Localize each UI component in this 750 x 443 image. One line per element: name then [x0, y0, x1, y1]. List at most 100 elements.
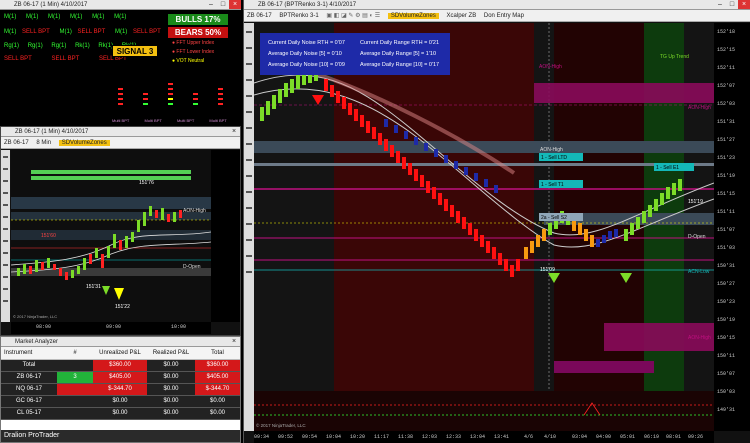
indicator-button[interactable]: SDVolumeZones	[387, 13, 439, 19]
price-label-151-76: 151'76	[139, 180, 154, 186]
signal-row-2: M(1) SELL BPT M(1) SELL BPT M(1) SELL BP…	[4, 29, 161, 35]
main-price-chart[interactable]: 1 - Sell LTD 1 - Sell T1 2a - Sell S2 1 …	[254, 23, 714, 431]
bears-indicator: BEARS 50%	[168, 27, 228, 38]
market-analyzer-titlebar[interactable]: Market Analyzer ×	[1, 337, 240, 347]
close-icon[interactable]: ×	[228, 337, 240, 346]
col-unrealized[interactable]: Unrealized P&L	[93, 347, 147, 360]
instrument-cell: Total	[1, 359, 57, 372]
realized-cell: $0.00	[147, 407, 195, 420]
price-tick: 150'15	[717, 335, 736, 341]
bpt-histogram	[118, 83, 223, 105]
range-10-label: Average Daily Range [10] = 0'17	[360, 62, 439, 68]
realized-cell: $0.00	[147, 383, 195, 396]
copyright-label: © 2017 NinjaTrader, LLC	[256, 422, 306, 428]
drawing-tools-icon[interactable]	[1, 150, 10, 322]
rg-label: Rg(1)	[27, 43, 43, 49]
fft-upper-label: ● FFT Upper Index	[172, 40, 215, 46]
market-analyzer-table: Instrument # Unrealized P&L Realized P&L…	[1, 347, 240, 420]
rk-label: Rk(1)	[75, 43, 90, 49]
close-icon[interactable]: ×	[229, 0, 241, 9]
sell-bpt-label: SELL BPT	[4, 56, 32, 62]
price-tick: 152'11	[717, 65, 736, 71]
col-total[interactable]: Total	[195, 347, 240, 360]
noise-5-label: Average Daily Noise [5] = 0'10	[268, 51, 342, 57]
main-drawing-tools	[244, 23, 254, 431]
xcalper-button[interactable]: Xcalper ZB	[447, 13, 477, 19]
time-tick: 10:20	[350, 434, 366, 440]
signal-panel-titlebar[interactable]: ZB 06-17 (1 Min) 4/10/2017 – □ ×	[0, 0, 241, 10]
maximize-icon[interactable]: □	[726, 0, 738, 9]
price-label-151-31: 151'31	[86, 284, 101, 290]
main-time-axis: 09:34 09:52 09:54 10:04 10:20 11:17 11:3…	[254, 431, 714, 443]
m1-label: M(1)	[70, 14, 83, 20]
main-chart-titlebar[interactable]: ZB 06-17 (BPTRenko 3-1) 4/10/2017 – □ ×	[244, 0, 750, 10]
price-tick: 150'31	[717, 263, 736, 269]
entry-map-button[interactable]: Don Entry Map	[484, 13, 524, 19]
time-tick: 03:04	[572, 434, 588, 440]
time-tick: 09:52	[278, 434, 294, 440]
col-realized[interactable]: Realized P&L	[147, 347, 195, 360]
realized-cell: $0.00	[147, 371, 195, 384]
price-tick: 151'15	[717, 191, 736, 197]
bpt-bars	[108, 82, 238, 114]
minimize-icon[interactable]: –	[714, 0, 726, 9]
time-tick: 12:33	[446, 434, 462, 440]
aon-high-label: AON-High	[183, 208, 206, 214]
instrument-cell: CL 05-17	[1, 407, 57, 420]
signal-panel: ZB 06-17 (1 Min) 4/10/2017 – □ × M(1) M(…	[0, 0, 241, 126]
instrument-cell: NQ 06-17	[1, 383, 57, 396]
price-tick: 151'23	[717, 155, 736, 161]
rk-label: Rk(1)	[98, 43, 114, 49]
vot-label: ● VOT Neutral	[172, 58, 205, 64]
mini-drawing-tools	[1, 150, 10, 322]
drawing-tools-icon[interactable]	[244, 23, 254, 431]
table-row[interactable]: Total $360.00 $0.00 $360.00	[1, 359, 240, 372]
mini-price-chart[interactable]: 151'76 151'60 151'31 151'22 AON-High D-O…	[11, 150, 211, 322]
close-icon[interactable]: ×	[228, 127, 240, 136]
multi-bpt-label: Multi BPT	[112, 118, 130, 123]
m1-label: M(1)	[26, 14, 39, 20]
time-tick: 11:38	[398, 434, 414, 440]
m1-label: M(1)	[92, 14, 105, 20]
mini-time-axis: 08:00 09:00 10:00	[11, 322, 211, 334]
noise-rth-label: Current Daily Noise RTH = 0'07	[268, 40, 345, 46]
market-analyzer-window: Market Analyzer × Instrument # Unrealize…	[0, 336, 241, 443]
col-position[interactable]: #	[57, 347, 93, 360]
time-tick: 09:26	[688, 434, 704, 440]
mini-chart-titlebar[interactable]: ZB 06-17 (1 Min) 4/10/2017 ×	[1, 127, 240, 137]
time-tick: 09:34	[254, 434, 270, 440]
position-cell	[57, 383, 93, 396]
multi-bpt-label: Multi BPT	[176, 118, 195, 123]
main-price-axis: 152'18 152'15 152'11 152'07 152'03 151'3…	[714, 23, 750, 431]
price-label-151-60: 151'60	[41, 233, 56, 239]
instrument-selector[interactable]: ZB 06-17	[4, 140, 29, 146]
instrument-selector[interactable]: ZB 06-17	[247, 13, 272, 19]
minimize-icon[interactable]: –	[205, 0, 217, 9]
multi-bpt-label: Multi BPT	[144, 118, 162, 123]
interval-selector[interactable]: BPTRenko 3-1	[279, 13, 318, 19]
total-cell: $360.00	[195, 359, 240, 372]
time-tick: 12:03	[422, 434, 438, 440]
multi-bpt-labels: Multi BPT Multi BPT Multi BPT Multi BPT	[112, 118, 227, 123]
total-cell: $0.00	[195, 395, 240, 408]
sell-bpt-label: SELL BPT	[132, 29, 161, 35]
table-row[interactable]: ZB 06-17 3 $405.00 $0.00 $405.00	[1, 371, 240, 384]
close-icon[interactable]: ×	[738, 0, 750, 9]
col-instrument[interactable]: Instrument	[1, 347, 57, 360]
aon-low-label: ACN-Low	[688, 269, 710, 275]
table-row[interactable]: GC 06-17 $0.00 $0.00 $0.00	[1, 395, 240, 408]
price-tick: 150'23	[717, 299, 736, 305]
toolbar-icons[interactable]: ▣ ◧ ◪ ✎ ⚙ ▤ ◐ ☰	[326, 13, 380, 19]
table-row[interactable]: NQ 06-17 $-344.70 $0.00 $-344.70	[1, 383, 240, 396]
unrealized-cell: $360.00	[93, 359, 147, 372]
interval-selector[interactable]: 8 Min	[36, 140, 51, 146]
indicator-button[interactable]: SDVolumeZones	[58, 140, 110, 146]
rg-label: Rg(1)	[4, 43, 20, 49]
time-tick: 13:04	[470, 434, 486, 440]
total-cell: $0.00	[195, 407, 240, 420]
time-tick: 04:00	[596, 434, 612, 440]
maximize-icon[interactable]: □	[217, 0, 229, 9]
price-tick: 152'07	[717, 83, 736, 89]
signal-row-1: M(1) M(1) M(1) M(1) M(1) M(1)	[4, 14, 134, 20]
table-row[interactable]: CL 05-17 $0.00 $0.00 $0.00	[1, 407, 240, 420]
